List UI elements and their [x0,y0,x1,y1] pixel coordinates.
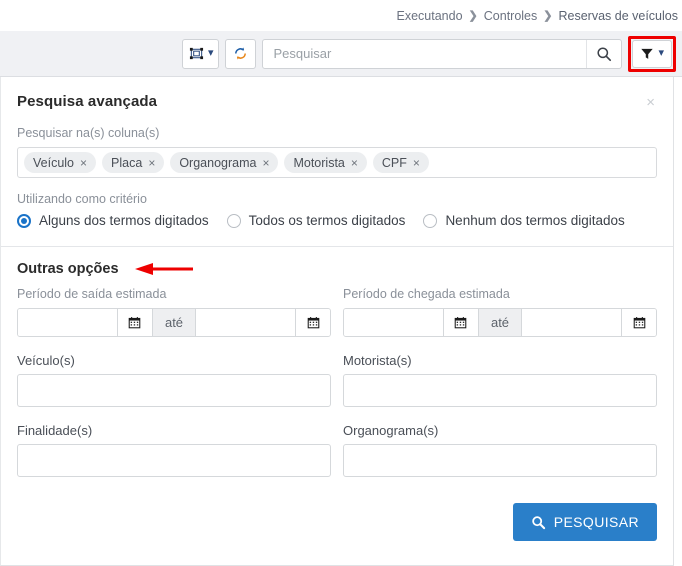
breadcrumb: Executando ❯ Controles ❯ Reservas de veí… [397,9,678,23]
breadcrumb-item-0[interactable]: Executando [397,9,463,23]
radio-nenhum-dos-termos[interactable]: Nenhum dos termos digitados [423,213,625,228]
search-icon [596,46,612,62]
advanced-search-panel: Pesquisa avançada × Pesquisar na(s) colu… [0,77,674,566]
columns-label: Pesquisar na(s) coluna(s) [17,126,160,140]
chevron-down-icon: ▾ [207,47,214,59]
panel-header: Pesquisa avançada × [1,77,673,112]
purposes-input[interactable] [17,444,331,477]
purposes-label: Finalidade(s) [17,423,93,438]
arrival-range-separator: até [477,309,523,336]
breadcrumb-separator: ❯ [468,10,478,22]
departure-to-calendar-button[interactable] [295,309,330,336]
search-box[interactable] [262,38,623,69]
drivers-label: Motorista(s) [343,353,412,368]
arrival-from-calendar-button[interactable] [442,309,478,336]
radio-indicator [423,213,438,228]
criteria-label: Utilizando como critério [17,192,147,206]
calendar-icon [454,316,467,329]
chevron-down-icon: ▾ [658,47,664,59]
radio-indicator [17,213,31,228]
arrival-from-input[interactable] [344,309,443,336]
departure-range-separator: até [151,309,197,336]
panel-footer: PESQUISAR [1,477,673,541]
breadcrumb-bar: Executando ❯ Controles ❯ Reservas de veí… [0,0,682,31]
calendar-icon [307,316,320,329]
search-submit-label: PESQUISAR [553,514,639,530]
columns-section: Pesquisar na(s) coluna(s) Veículo × Plac… [1,126,673,246]
calendar-icon [633,316,646,329]
refresh-button[interactable] [225,38,257,69]
filter-icon [640,47,654,61]
radio-todos-os-termos[interactable]: Todos os termos digitados [226,213,406,228]
vehicles-field: Veículo(s) [17,337,331,407]
panel-title: Pesquisa avançada [17,93,158,110]
vehicles-label: Veículo(s) [17,353,75,368]
search-submit-button[interactable] [586,39,621,68]
arrival-date-range[interactable]: até [343,308,657,337]
tag-motorista[interactable]: Motorista × [284,152,367,173]
tag-label: Veículo [33,155,75,170]
breadcrumb-item-2[interactable]: Reservas de veículos [558,9,678,23]
filter-button-highlight: ▾ [628,35,676,72]
breadcrumb-item-1[interactable]: Controles [484,9,538,23]
purposes-field: Finalidade(s) [17,407,331,477]
tag-label: CPF [381,155,407,170]
orgchart-label: Organograma(s) [343,423,439,438]
departure-to-input[interactable] [196,309,296,336]
radio-label: Alguns dos termos digitados [39,213,209,228]
calendar-icon [128,316,141,329]
purposes-orgchart-row: Finalidade(s) Organograma(s) [1,407,673,477]
view-mode-button[interactable]: ▾ [181,38,220,69]
other-options-title: Outras opções [17,261,119,277]
period-row: Período de saída estimada até Período de… [1,287,673,337]
annotation-arrow-icon [133,262,195,276]
tag-placa[interactable]: Placa × [102,152,165,173]
search-icon [531,515,546,530]
radio-label: Todos os termos digitados [248,213,406,228]
close-icon[interactable]: × [644,93,657,112]
search-input[interactable] [263,39,587,68]
tag-remove-icon[interactable]: × [413,157,420,169]
advanced-filter-button[interactable]: ▾ [632,39,672,68]
tag-veiculo[interactable]: Veículo × [24,152,97,173]
departure-from-input[interactable] [18,309,117,336]
orgchart-input[interactable] [343,444,657,477]
select-frame-icon [189,46,204,61]
tag-organograma[interactable]: Organograma × [170,152,279,173]
breadcrumb-separator: ❯ [543,10,553,22]
tag-cpf[interactable]: CPF × [372,152,429,173]
departure-period-field: Período de saída estimada até [17,287,331,337]
other-options-header: Outras opções [1,247,673,277]
departure-from-calendar-button[interactable] [116,309,152,336]
criteria-radio-group: Alguns dos termos digitados Todos os ter… [17,213,657,246]
columns-tag-input[interactable]: Veículo × Placa × Organograma × Motorist… [17,147,657,178]
departure-date-range[interactable]: até [17,308,331,337]
radio-label: Nenhum dos termos digitados [445,213,625,228]
tag-remove-icon[interactable]: × [351,157,358,169]
tag-remove-icon[interactable]: × [148,157,155,169]
tag-remove-icon[interactable]: × [262,157,269,169]
vehicles-drivers-row: Veículo(s) Motorista(s) [1,337,673,407]
refresh-icon [233,46,248,61]
arrival-period-label: Período de chegada estimada [343,287,510,301]
departure-period-label: Período de saída estimada [17,287,167,301]
tag-label: Placa [111,155,143,170]
drivers-field: Motorista(s) [343,337,657,407]
orgchart-field: Organograma(s) [343,407,657,477]
tag-label: Motorista [293,155,345,170]
vehicles-input[interactable] [17,374,331,407]
arrival-to-calendar-button[interactable] [621,309,656,336]
tag-label: Organograma [179,155,257,170]
radio-indicator [226,213,241,228]
arrival-period-field: Período de chegada estimada até [343,287,657,337]
drivers-input[interactable] [343,374,657,407]
radio-alguns-dos-termos[interactable]: Alguns dos termos digitados [17,213,209,228]
advanced-search-screen: Executando ❯ Controles ❯ Reservas de veí… [0,0,682,566]
toolbar: ▾ Pesquisar ▾ [0,31,682,77]
search-submit-button[interactable]: PESQUISAR [512,503,657,541]
tag-remove-icon[interactable]: × [80,157,87,169]
arrival-to-input[interactable] [522,309,622,336]
